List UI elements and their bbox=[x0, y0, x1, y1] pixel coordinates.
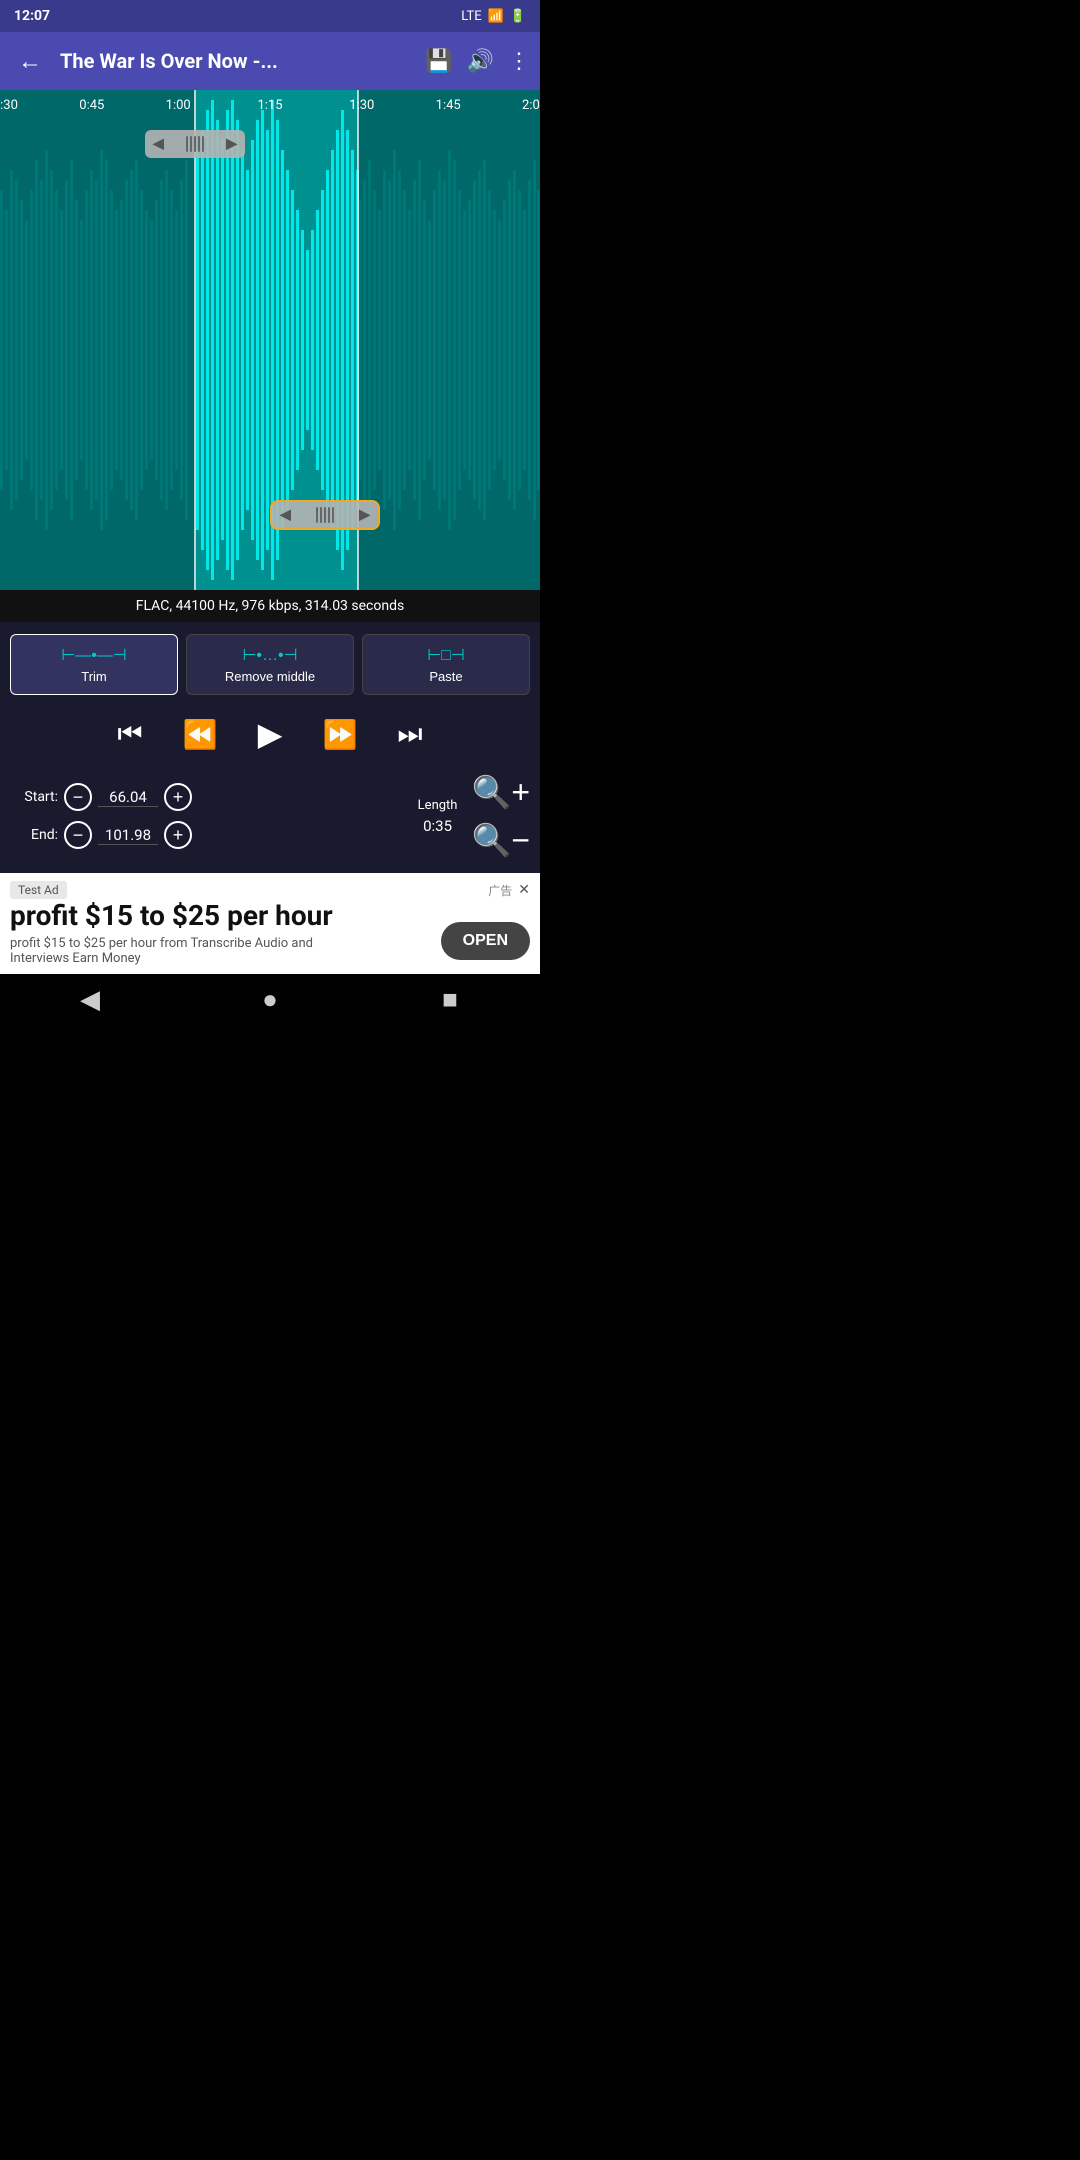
fast-forward-icon: ⏩ bbox=[323, 718, 358, 751]
battery-icon: 🔋 bbox=[510, 9, 526, 24]
start-label: Start: bbox=[10, 789, 58, 805]
status-time: 12:07 bbox=[14, 8, 50, 24]
remove-middle-button[interactable]: ⊢•…•⊣ Remove middle bbox=[186, 634, 354, 695]
tick-130: 1:30 bbox=[349, 98, 374, 113]
ad-tag-row: Test Ad 广告 ✕ bbox=[10, 881, 530, 899]
nav-back-button[interactable]: ◀ bbox=[60, 974, 120, 1026]
start-decrement-button[interactable]: − bbox=[64, 783, 92, 811]
zoom-out-icon: 🔍− bbox=[471, 821, 530, 859]
waveform-container[interactable]: 0:30 0:45 1:00 1:15 1:30 1:45 2:00 bbox=[0, 90, 540, 590]
zoom-in-button[interactable]: 🔍+ bbox=[471, 773, 530, 811]
paste-button[interactable]: ⊢□⊣ Paste bbox=[362, 634, 530, 695]
nav-bar: ◀ ● ■ bbox=[0, 974, 540, 1026]
tick-100: 1:00 bbox=[166, 98, 191, 113]
zoom-in-icon: 🔍+ bbox=[471, 773, 530, 811]
app-bar: ← The War Is Over Now -... 💾 🔊 ⋮ bbox=[0, 32, 540, 90]
remove-middle-label: Remove middle bbox=[225, 669, 315, 684]
zoom-out-button[interactable]: 🔍− bbox=[471, 821, 530, 859]
ad-body: profit $15 to $25 per hour from Transcri… bbox=[10, 936, 350, 966]
skip-back-button[interactable]: ⏮ bbox=[105, 709, 155, 759]
selection-info-row: Start: − 66.04 + End: − 101.98 + Length … bbox=[10, 773, 530, 859]
ad-right-icons: 广告 ✕ bbox=[488, 882, 530, 899]
paste-label: Paste bbox=[429, 669, 462, 684]
start-row: Start: − 66.04 + bbox=[10, 778, 410, 816]
trim-icon: ⊢—•—⊣ bbox=[61, 645, 126, 665]
more-button[interactable]: ⋮ bbox=[508, 49, 530, 74]
rewind-button[interactable]: ⏪ bbox=[175, 709, 225, 759]
start-increment-button[interactable]: + bbox=[164, 783, 192, 811]
app-bar-title: The War Is Over Now -... bbox=[60, 49, 415, 73]
tick-145: 1:45 bbox=[436, 98, 461, 113]
play-button[interactable]: ▶ bbox=[245, 709, 295, 759]
end-row: End: − 101.98 + bbox=[10, 816, 410, 854]
length-value: 0:35 bbox=[423, 817, 452, 835]
file-info-bar: FLAC, 44100 Hz, 976 kbps, 314.03 seconds bbox=[0, 590, 540, 622]
tick-045: 0:45 bbox=[79, 98, 104, 113]
save-button[interactable]: 💾 bbox=[425, 49, 452, 74]
remove-middle-icon: ⊢•…•⊣ bbox=[242, 645, 297, 665]
controls-area: ⊢—•—⊣ Trim ⊢•…•⊣ Remove middle ⊢□⊣ Paste… bbox=[0, 622, 540, 873]
tick-200: 2:00 bbox=[522, 98, 540, 113]
handle-bottom-right-arrow: ▶ bbox=[359, 507, 370, 523]
start-value: 66.04 bbox=[98, 788, 158, 807]
back-button[interactable]: ← bbox=[10, 39, 50, 84]
trim-label: Trim bbox=[81, 669, 107, 684]
edit-mode-row: ⊢—•—⊣ Trim ⊢•…•⊣ Remove middle ⊢□⊣ Paste bbox=[10, 634, 530, 695]
ad-banner: Test Ad 广告 ✕ profit $15 to $25 per hour … bbox=[0, 873, 540, 974]
playback-row: ⏮ ⏪ ▶ ⏩ ⏭ bbox=[10, 709, 530, 759]
skip-forward-button[interactable]: ⏭ bbox=[385, 709, 435, 759]
skip-back-icon: ⏮ bbox=[117, 718, 142, 751]
volume-button[interactable]: 🔊 bbox=[467, 49, 494, 74]
status-icons: LTE 📶 🔋 bbox=[461, 9, 526, 24]
file-info-text: FLAC, 44100 Hz, 976 kbps, 314.03 seconds bbox=[136, 598, 404, 614]
signal-icon: 📶 bbox=[488, 9, 504, 24]
selection-handle-end[interactable]: ◀ ▶ bbox=[270, 500, 380, 530]
end-increment-button[interactable]: + bbox=[164, 821, 192, 849]
handle-bottom-left-arrow: ◀ bbox=[280, 507, 291, 523]
end-decrement-button[interactable]: − bbox=[64, 821, 92, 849]
end-value: 101.98 bbox=[98, 826, 158, 845]
ad-close-button[interactable]: ✕ bbox=[518, 882, 530, 898]
nav-recent-button[interactable]: ■ bbox=[420, 974, 480, 1026]
status-bar: 12:07 LTE 📶 🔋 bbox=[0, 0, 540, 32]
handle-right-arrow: ▶ bbox=[226, 136, 237, 152]
sel-info-labels: Start: − 66.04 + End: − 101.98 + bbox=[10, 778, 410, 854]
handle-grip bbox=[186, 136, 204, 152]
app-bar-action-icons: 💾 🔊 ⋮ bbox=[425, 49, 530, 74]
ad-test-label: Test Ad bbox=[10, 881, 67, 899]
ad-tag-label: 广告 bbox=[488, 882, 512, 899]
end-label: End: bbox=[10, 827, 58, 843]
nav-home-button[interactable]: ● bbox=[240, 974, 300, 1026]
handle-bottom-grip bbox=[316, 507, 334, 523]
fast-forward-button[interactable]: ⏩ bbox=[315, 709, 365, 759]
tick-030: 0:30 bbox=[0, 98, 18, 113]
timeline-ruler: 0:30 0:45 1:00 1:15 1:30 1:45 2:00 bbox=[0, 90, 540, 120]
skip-forward-icon: ⏭ bbox=[397, 718, 422, 751]
zoom-col: 🔍+ 🔍− bbox=[471, 773, 530, 859]
lte-icon: LTE bbox=[461, 9, 481, 24]
rewind-icon: ⏪ bbox=[183, 718, 218, 751]
handle-left-arrow: ◀ bbox=[153, 136, 164, 152]
paste-icon: ⊢□⊣ bbox=[427, 645, 465, 665]
play-icon: ▶ bbox=[258, 715, 283, 753]
selection-handle-start[interactable]: ◀ ▶ bbox=[145, 130, 245, 158]
length-col: Length 0:35 bbox=[418, 798, 458, 835]
tick-115: 1:15 bbox=[257, 98, 282, 113]
ad-open-button[interactable]: OPEN bbox=[441, 922, 530, 960]
trim-button[interactable]: ⊢—•—⊣ Trim bbox=[10, 634, 178, 695]
length-label: Length bbox=[418, 798, 458, 813]
